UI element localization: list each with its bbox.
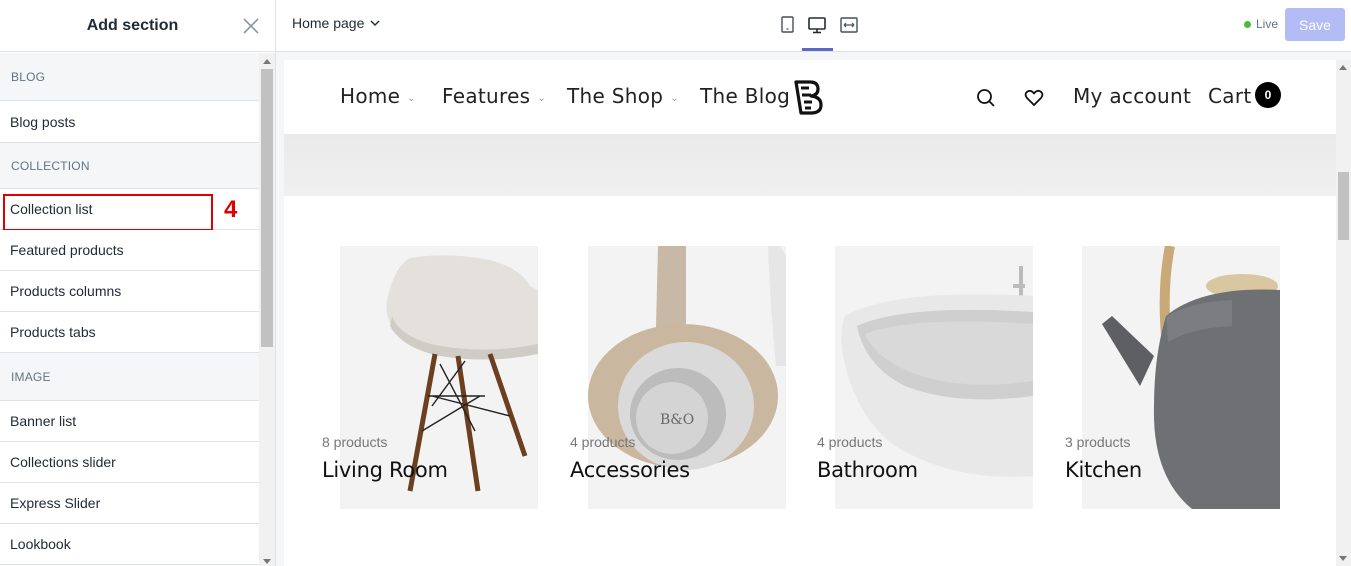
cart-link[interactable]: Cart	[1208, 84, 1252, 108]
collection-count: 4 products	[570, 434, 636, 450]
desktop-view-icon[interactable]	[806, 14, 828, 36]
nav-item-the-shop[interactable]: The Shop ⌄	[567, 84, 679, 108]
sidebar-scrollbar[interactable]	[259, 53, 275, 566]
group-title-collection: COLLECTION	[0, 143, 259, 189]
nav-label: Home	[340, 84, 401, 108]
live-dot-icon	[1244, 20, 1251, 28]
section-item-collections-slider[interactable]: Collections slider	[0, 442, 259, 483]
section-item-label: Lookbook	[10, 536, 71, 552]
nav-item-home[interactable]: Home ⌄	[340, 84, 416, 108]
nav-label: The Shop	[567, 84, 664, 108]
nav-label: The Blog	[700, 84, 791, 108]
chevron-down-icon: ⌄	[670, 92, 679, 104]
nav-item-the-blog[interactable]: The Blog	[700, 84, 790, 108]
collection-title[interactable]: Accessories	[570, 458, 690, 482]
save-button[interactable]: Save	[1285, 8, 1345, 41]
mobile-view-icon[interactable]	[776, 14, 798, 36]
section-item-label: Collection list	[10, 201, 93, 217]
section-item-lookbook[interactable]: Lookbook	[0, 524, 259, 565]
sidebar-header: Add section	[0, 0, 275, 52]
collection-count: 3 products	[1065, 434, 1131, 450]
collection-title[interactable]: Kitchen	[1065, 458, 1142, 482]
collection-title[interactable]: Bathroom	[817, 458, 918, 482]
store-preview: Home ⌄ Features ⌄ The Shop ⌄ The Blog My ac…	[284, 60, 1336, 566]
editor-topbar: Home page Live Save	[276, 0, 1351, 52]
live-status: Live	[1244, 17, 1278, 31]
close-icon[interactable]	[239, 14, 263, 38]
scroll-down-icon[interactable]	[263, 559, 271, 564]
preview-scroll-thumb[interactable]	[1338, 172, 1349, 240]
cart-label: Cart	[1208, 84, 1252, 108]
my-account-link[interactable]: My account	[1073, 84, 1191, 108]
fullwidth-view-icon[interactable]	[838, 14, 860, 36]
preview-scrollbar[interactable]	[1336, 60, 1351, 566]
group-title-image: IMAGE	[0, 353, 259, 401]
scroll-up-icon[interactable]	[263, 59, 271, 64]
chevron-down-icon: ⌄	[407, 92, 416, 104]
sidebar-scroll-thumb[interactable]	[261, 69, 273, 347]
step-number-annotation: 4	[224, 196, 238, 223]
section-item-products-tabs[interactable]: Products tabs	[0, 312, 259, 353]
section-item-featured-products[interactable]: Featured products	[0, 230, 259, 271]
section-item-express-slider[interactable]: Express Slider	[0, 483, 259, 524]
section-item-label: Blog posts	[10, 113, 76, 130]
active-device-indicator	[802, 48, 833, 51]
brand-logo-icon[interactable]	[792, 78, 826, 116]
group-title-blog: BLOG	[0, 53, 259, 101]
section-list: BLOG Blog posts COLLECTION Collection li…	[0, 53, 259, 566]
collection-count: 4 products	[817, 434, 883, 450]
section-item-label: Products tabs	[10, 324, 96, 340]
live-label: Live	[1256, 17, 1279, 31]
section-item-label: Express Slider	[10, 495, 101, 511]
collection-title[interactable]: Living Room	[322, 458, 448, 482]
chevron-down-icon	[370, 20, 380, 26]
section-item-collection-list[interactable]: Collection list 4	[0, 189, 259, 231]
section-item-products-columns[interactable]: Products columns	[0, 271, 259, 312]
scroll-down-icon[interactable]	[1339, 556, 1347, 561]
sidebar-title: Add section	[86, 16, 179, 34]
store-header: Home ⌄ Features ⌄ The Shop ⌄ The Blog My ac…	[284, 60, 1336, 134]
add-section-sidebar: Add section BLOG Blog posts COLLECTION C…	[0, 0, 276, 566]
chevron-down-icon: ⌄	[537, 92, 547, 104]
cart-count-badge: 0	[1255, 82, 1281, 108]
scroll-up-icon[interactable]	[1339, 65, 1347, 70]
section-item-label: Collections slider	[10, 454, 116, 470]
section-item-label: Products columns	[10, 283, 122, 299]
nav-item-features[interactable]: Features ⌄	[442, 84, 546, 108]
account-label: My account	[1073, 84, 1192, 108]
page-selector-label: Home page	[292, 15, 365, 31]
section-item-label: Banner list	[10, 413, 77, 429]
page-selector[interactable]: Home page	[292, 15, 380, 31]
section-item-banner-list[interactable]: Banner list	[0, 401, 259, 442]
nav-label: Features	[442, 84, 531, 108]
section-item-label: Featured products	[10, 242, 124, 258]
collection-count: 8 products	[322, 434, 388, 450]
banner-placeholder	[284, 134, 1336, 196]
search-icon[interactable]	[975, 87, 997, 109]
svg-text:B&O: B&O	[660, 412, 694, 428]
section-item-blog-posts[interactable]: Blog posts	[0, 101, 259, 143]
wishlist-heart-icon[interactable]	[1023, 87, 1045, 109]
